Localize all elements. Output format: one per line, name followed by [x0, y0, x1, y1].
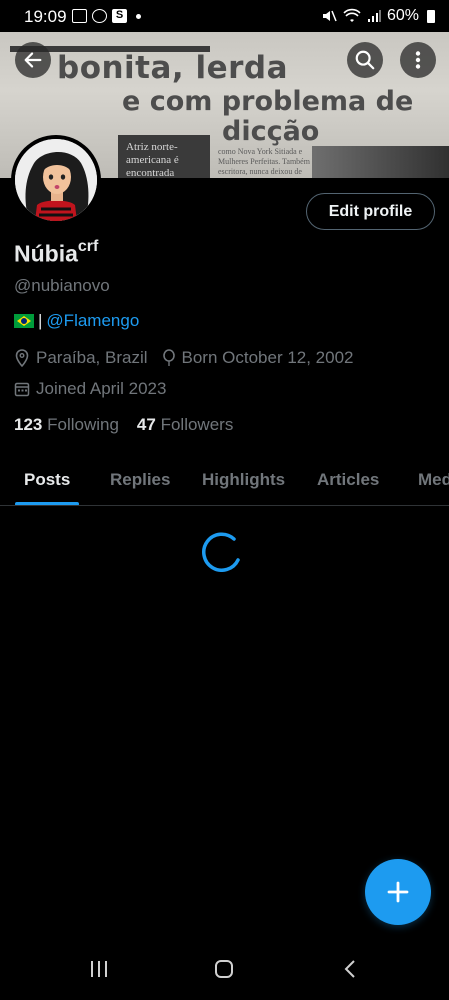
birthday: Born October 12, 2002	[162, 348, 354, 368]
plus-icon	[387, 881, 409, 903]
following-label: Following	[47, 415, 119, 434]
banner-headline-3: dicção	[222, 116, 320, 147]
display-name-suffix: crf	[77, 238, 99, 255]
display-name: Núbiacrf	[14, 238, 99, 268]
tab-articles[interactable]: Articles	[317, 470, 379, 490]
home-icon	[215, 960, 233, 978]
following-count: 123	[14, 415, 43, 434]
tab-posts[interactable]: Posts	[24, 470, 70, 490]
recent-apps-icon	[91, 961, 107, 977]
birthday-text: Born October 12, 2002	[181, 348, 354, 367]
joined: Joined April 2023	[14, 379, 166, 399]
brazil-flag-icon	[14, 314, 34, 328]
bio-mention-link[interactable]: @Flamengo	[46, 311, 139, 331]
followers-link[interactable]: 47 Followers	[137, 415, 233, 435]
back-button[interactable]	[15, 42, 51, 78]
bio: | @Flamengo	[14, 311, 139, 331]
edit-profile-button[interactable]: Edit profile	[306, 193, 435, 230]
active-tab-indicator	[15, 502, 79, 505]
display-name-text: Núbia	[14, 240, 78, 267]
battery-percent: 60%	[386, 7, 419, 24]
avatar[interactable]	[11, 135, 101, 225]
profile-meta-row: Paraíba, Brazil Born October 12, 2002	[14, 348, 368, 368]
battery-icon	[427, 9, 435, 23]
status-time: 19:09	[24, 7, 67, 26]
banner-headline-2: e com problema de	[122, 86, 414, 117]
search-icon	[355, 50, 375, 70]
banner-photo	[312, 146, 449, 178]
tab-media[interactable]: Media	[418, 470, 449, 490]
avatar-image	[15, 139, 97, 221]
banner-caption: Atriz norte-americana é encontrada	[118, 135, 210, 178]
arrow-left-icon	[24, 52, 42, 68]
tab-replies[interactable]: Replies	[110, 470, 170, 490]
signal-icon	[367, 10, 381, 22]
followers-count: 47	[136, 415, 156, 434]
banner-body-text: como Nova York Sitiada e Mulheres Perfei…	[218, 147, 310, 178]
location-pin-icon	[15, 349, 29, 367]
tab-highlights[interactable]: Highlights	[202, 470, 285, 490]
compose-post-button[interactable]	[365, 859, 431, 925]
profile-joined-row: Joined April 2023	[14, 379, 180, 399]
loading-spinner-icon	[202, 532, 240, 572]
follow-stats: 123 Following 47 Followers	[14, 415, 233, 435]
more-vertical-icon	[415, 51, 421, 69]
chevron-left-icon	[344, 960, 355, 978]
wifi-icon	[343, 8, 361, 22]
followers-label: Followers	[160, 415, 234, 434]
profile-tabs: Posts Replies Highlights Articles Media	[0, 455, 449, 506]
search-button[interactable]	[347, 42, 383, 78]
balloon-icon	[162, 349, 175, 366]
gallery-icon	[72, 9, 87, 23]
chat-icon	[92, 9, 107, 23]
location-text: Paraíba, Brazil	[36, 348, 148, 367]
more-notifications-dot-icon	[136, 13, 141, 19]
mute-icon	[322, 10, 337, 22]
calendar-icon	[14, 382, 30, 397]
status-bar: 19:09 S 60%	[0, 0, 449, 32]
system-navigation-bar	[0, 940, 449, 1000]
system-icons: 60%	[321, 7, 435, 25]
back-nav-button[interactable]	[340, 958, 362, 985]
user-handle: @nubianovo	[14, 276, 110, 295]
bio-separator: |	[38, 311, 43, 330]
following-link[interactable]: 123 Following	[14, 415, 119, 435]
recent-apps-button[interactable]	[88, 958, 110, 985]
more-options-button[interactable]	[400, 42, 436, 78]
notification-icons: S	[72, 9, 141, 23]
banner-headline-1: bonita, lerda	[57, 50, 289, 86]
location: Paraíba, Brazil	[14, 348, 148, 368]
home-button[interactable]	[213, 958, 235, 985]
s-app-icon: S	[112, 9, 127, 23]
joined-text: Joined April 2023	[36, 379, 167, 398]
